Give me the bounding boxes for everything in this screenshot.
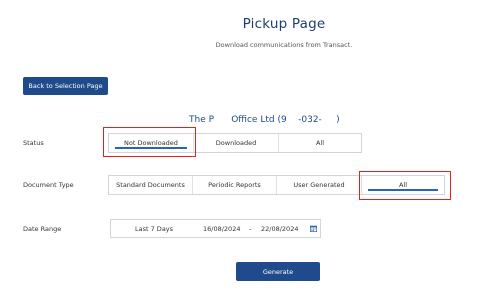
company-name: The P Office Ltd (9 -032- )	[189, 115, 340, 125]
date-range-picker[interactable]: Last 7 Days 16/08/2024 - 22/08/2024	[110, 219, 321, 238]
doc-option-label: User Generated	[293, 181, 345, 189]
date-to[interactable]: 22/08/2024	[261, 225, 298, 233]
date-range-label: Date Range	[23, 225, 62, 233]
status-option-all[interactable]: All	[279, 134, 361, 152]
status-option-label: Not Downloaded	[124, 139, 178, 147]
doc-option-label: All	[398, 181, 408, 189]
status-label: Status	[23, 139, 44, 147]
doc-option-label: Standard Documents	[116, 181, 185, 189]
doc-option-all[interactable]: All	[362, 176, 444, 194]
generate-button[interactable]: Generate	[236, 262, 320, 281]
status-option-not-downloaded[interactable]: Not Downloaded	[109, 134, 194, 152]
date-preset[interactable]: Last 7 Days	[135, 225, 173, 233]
document-type-label: Document Type	[23, 181, 74, 189]
back-to-selection-button[interactable]: Back to Selection Page	[23, 77, 108, 95]
status-option-label: All	[315, 139, 325, 147]
doc-option-periodic-reports[interactable]: Periodic Reports	[193, 176, 277, 194]
page-subtitle: Download communications from Transact.	[215, 41, 353, 49]
doc-option-standard-documents[interactable]: Standard Documents	[109, 176, 193, 194]
status-segmented-control: Not Downloaded Downloaded All	[108, 133, 362, 153]
page-title: Pickup Page	[242, 16, 326, 32]
selected-indicator	[368, 189, 438, 191]
doc-option-user-generated[interactable]: User Generated	[277, 176, 362, 194]
date-separator: -	[249, 225, 252, 233]
status-option-downloaded[interactable]: Downloaded	[194, 134, 279, 152]
document-type-segmented-control: Standard Documents Periodic Reports User…	[108, 175, 445, 195]
calendar-icon[interactable]	[310, 225, 317, 232]
doc-option-label: Periodic Reports	[208, 181, 261, 189]
date-from[interactable]: 16/08/2024	[203, 225, 240, 233]
status-option-label: Downloaded	[215, 139, 257, 147]
selected-indicator	[115, 147, 187, 149]
